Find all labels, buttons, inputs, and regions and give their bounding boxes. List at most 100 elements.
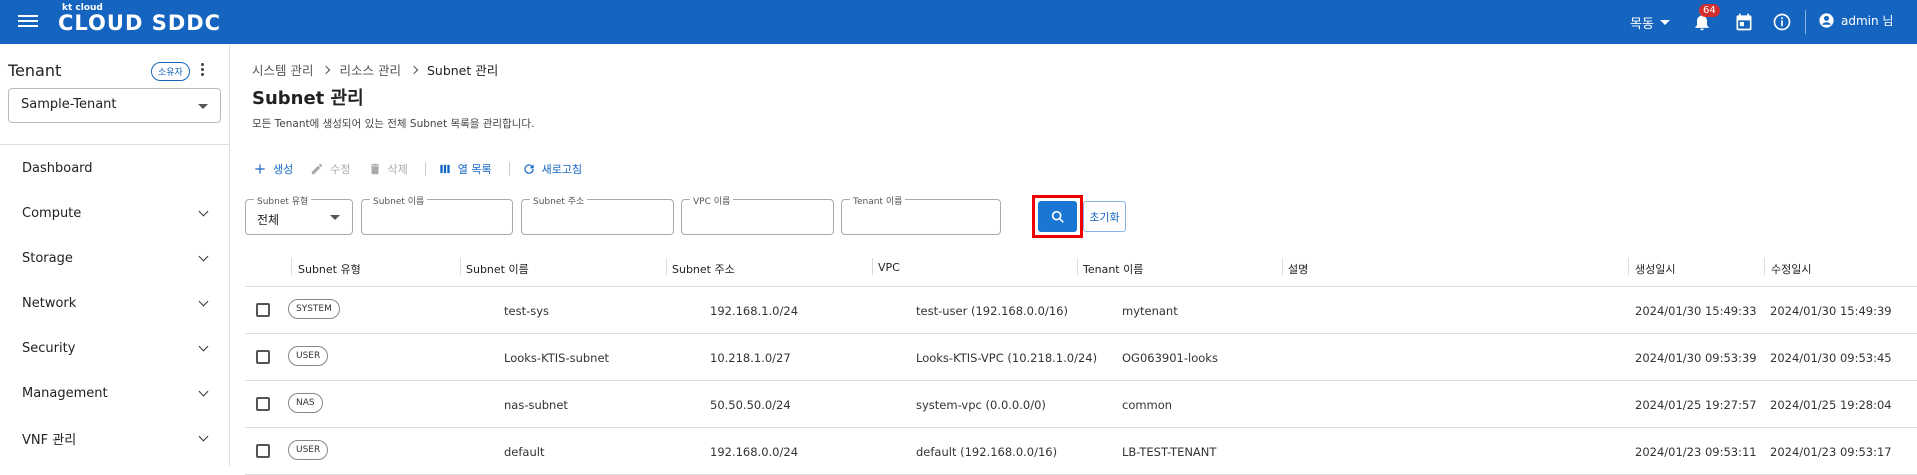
subnet-type-chip: USER: [288, 346, 329, 366]
menu-icon[interactable]: [18, 12, 38, 32]
view-column-icon: [440, 164, 450, 174]
subnet-type-value: 전체: [257, 213, 280, 227]
breadcrumb-item[interactable]: 리소스 관리: [339, 60, 400, 79]
account-circle-icon: [1819, 13, 1834, 28]
column-header-created[interactable]: 생성일시: [1635, 261, 1675, 277]
sidebar-nav: Dashboard Compute Storage Network Securi…: [0, 146, 229, 461]
column-divider: [872, 258, 873, 275]
row-checkbox[interactable]: [256, 444, 270, 458]
subnet-name-input[interactable]: [368, 210, 498, 224]
tenant-select-value: Sample-Tenant: [21, 97, 117, 112]
sidebar-item-vnf[interactable]: VNF 관리: [0, 416, 229, 461]
vpc-cell: system-vpc (0.0.0.0/0): [916, 398, 1046, 412]
columns-label: 열 목록: [457, 163, 492, 176]
chevron-down-icon: [198, 386, 209, 397]
info-icon[interactable]: [1772, 12, 1792, 32]
sidebar-item-compute[interactable]: Compute: [0, 191, 229, 236]
logo[interactable]: CLOUD SDDC: [58, 11, 221, 35]
search-button[interactable]: [1038, 201, 1077, 232]
create-button[interactable]: 생성: [253, 161, 293, 177]
subnet-name-field[interactable]: Subnet 이름: [361, 194, 513, 235]
tenant-cell: common: [1122, 398, 1173, 412]
created-cell: 2024/01/23 09:53:11: [1635, 445, 1757, 459]
column-header-updated[interactable]: 수정일시: [1771, 261, 1811, 277]
subnet-name-cell: default: [504, 445, 545, 459]
tenant-select[interactable]: Sample-Tenant: [8, 88, 221, 123]
delete-button[interactable]: 삭제: [368, 161, 408, 177]
column-header-address[interactable]: Subnet 주소: [672, 261, 735, 277]
column-header-description[interactable]: 설명: [1288, 261, 1308, 277]
toolbar: 생성 수정 삭제 열 목록 새로고침: [253, 161, 599, 177]
table-row[interactable]: USER default 192.168.0.0/24 default (192…: [245, 428, 1917, 475]
breadcrumb-item[interactable]: 시스템 관리: [252, 60, 313, 79]
page-description: 모든 Tenant에 생성되어 있는 전체 Subnet 목록을 관리합니다.: [252, 118, 535, 130]
subnet-address-cell: 192.168.1.0/24: [710, 304, 799, 318]
user-menu[interactable]: admin 님: [1818, 12, 1893, 29]
tenant-cell: LB-TEST-TENANT: [1122, 445, 1217, 459]
chevron-down-icon: [198, 341, 209, 352]
filter-label: VPC 이름: [690, 194, 734, 207]
subnet-address-input[interactable]: [528, 210, 658, 224]
chevron-right-icon: [322, 65, 331, 74]
column-header-type[interactable]: Subnet 유형: [298, 261, 361, 277]
column-divider: [1282, 258, 1283, 275]
filter-label: Tenant 이름: [850, 194, 906, 207]
column-divider: [1628, 258, 1629, 275]
caret-down-icon: [330, 215, 340, 220]
table-row[interactable]: SYSTEM test-sys 192.168.1.0/24 test-user…: [245, 287, 1917, 334]
row-checkbox[interactable]: [256, 397, 270, 411]
created-cell: 2024/01/30 09:53:39: [1635, 351, 1757, 365]
reset-button[interactable]: 초기화: [1083, 201, 1126, 232]
breadcrumb-current: Subnet 관리: [426, 63, 499, 78]
sidebar-item-label: Dashboard: [22, 161, 93, 176]
header-divider: [1805, 10, 1806, 34]
subnet-type-chip: USER: [288, 440, 329, 460]
sidebar-item-dashboard[interactable]: Dashboard: [0, 146, 229, 191]
columns-button[interactable]: 열 목록: [438, 161, 492, 177]
delete-label: 삭제: [387, 163, 408, 176]
updated-cell: 2024/01/30 15:49:39: [1770, 304, 1892, 318]
sidebar-item-storage[interactable]: Storage: [0, 236, 229, 281]
subnet-table: Subnet 유형 Subnet 이름 Subnet 주소 VPC Tenant…: [245, 248, 1917, 475]
subnet-address-cell: 10.218.1.0/27: [710, 351, 791, 365]
notification-badge: 64: [1699, 4, 1720, 17]
column-header-vpc[interactable]: VPC: [878, 261, 900, 274]
tenant-name-input[interactable]: [848, 210, 978, 224]
edit-button[interactable]: 수정: [310, 161, 351, 177]
sidebar-item-security[interactable]: Security: [0, 326, 229, 371]
filter-label: Subnet 주소: [530, 194, 588, 207]
column-divider: [291, 258, 292, 275]
region-select[interactable]: 목동: [1630, 13, 1670, 32]
calendar-icon[interactable]: [1734, 12, 1754, 32]
pencil-icon: [312, 163, 323, 175]
vpc-name-input[interactable]: [688, 210, 818, 224]
sidebar-item-label: Management: [22, 386, 108, 401]
table-row[interactable]: USER Looks-KTIS-subnet 10.218.1.0/27 Loo…: [245, 334, 1917, 381]
subnet-type-chip: NAS: [288, 393, 323, 413]
chevron-down-icon: [198, 296, 209, 307]
tenant-name-field[interactable]: Tenant 이름: [841, 194, 1001, 235]
sidebar-item-label: Network: [22, 296, 77, 311]
subnet-type-chip: SYSTEM: [288, 299, 340, 319]
filter-label: Subnet 유형: [254, 194, 312, 207]
chevron-down-icon: [198, 251, 209, 262]
vpc-name-field[interactable]: VPC 이름: [681, 194, 834, 235]
vpc-cell: Looks-KTIS-VPC (10.218.1.0/24): [916, 351, 1098, 365]
subnet-address-field[interactable]: Subnet 주소: [521, 194, 674, 235]
subnet-type-select[interactable]: Subnet 유형 전체: [245, 194, 353, 235]
sidebar-item-management[interactable]: Management: [0, 371, 229, 416]
chevron-right-icon: [409, 65, 419, 74]
refresh-button[interactable]: 새로고침: [522, 161, 582, 177]
trash-icon: [370, 163, 379, 175]
row-checkbox[interactable]: [256, 350, 270, 364]
chevron-down-icon: [198, 431, 209, 442]
sidebar-item-network[interactable]: Network: [0, 281, 229, 326]
vpc-cell: test-user (192.168.0.0/16): [916, 304, 1068, 318]
column-header-tenant[interactable]: Tenant 이름: [1083, 261, 1143, 277]
table-row[interactable]: NAS nas-subnet 50.50.50.0/24 system-vpc …: [245, 381, 1917, 428]
column-header-name[interactable]: Subnet 이름: [466, 261, 529, 277]
owner-chip: 소유자: [151, 62, 190, 81]
more-vert-icon[interactable]: [200, 63, 206, 79]
subnet-name-cell: test-sys: [504, 304, 550, 318]
row-checkbox[interactable]: [256, 303, 270, 317]
